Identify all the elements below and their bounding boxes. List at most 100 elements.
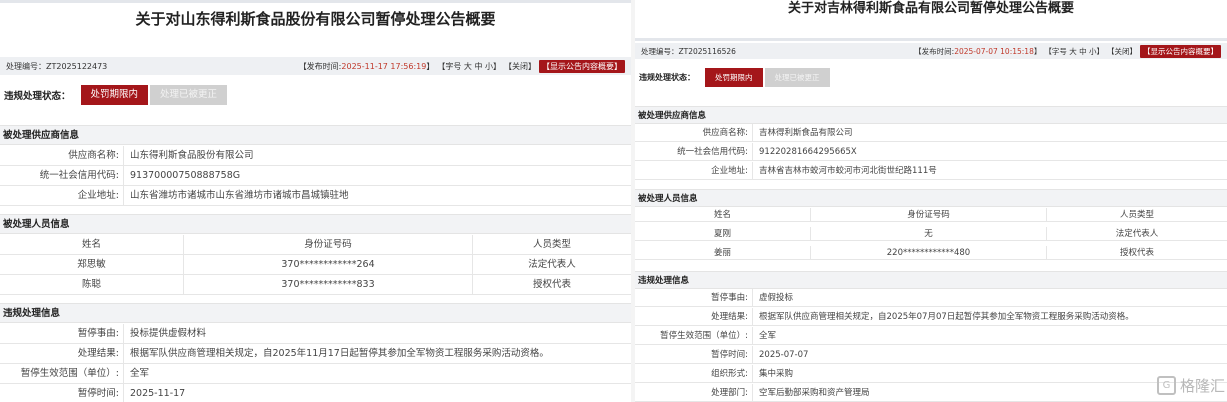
column-header-id: 身份证号码 <box>184 235 473 254</box>
top-divider <box>635 38 1227 41</box>
persons-section-heading: 被处理人员信息 <box>0 214 631 234</box>
field-label: 暂停生效范围（单位）: <box>0 364 124 383</box>
suspension-reason-row: 暂停事由: 投标提供虚假材料 <box>0 324 631 344</box>
meta-actions: 【发布时间: 2025-07-07 10:15:18】 【字号 大 中 小】 【关… <box>914 44 1221 58</box>
field-label: 暂停时间: <box>635 346 753 363</box>
process-code: 处理编号：ZT2025116526 <box>641 46 736 57</box>
field-value: 2025-11-17 <box>130 388 186 399</box>
field-label: 处理结果: <box>635 308 753 325</box>
close-link[interactable]: 【关闭】 <box>1107 46 1137 57</box>
publish-time-bracket: 】 <box>1033 46 1042 56</box>
table-row: 姜丽 220************480 授权代表 <box>635 246 1227 260</box>
scope-row: 暂停生效范围（单位）: 全军 <box>0 364 631 384</box>
persons-table-header: 姓名 身份证号码 人员类型 <box>635 208 1227 222</box>
person-name: 夏刚 <box>635 227 811 240</box>
organization-form-row: 组织形式: 集中采购 <box>635 365 1227 383</box>
person-name: 姜丽 <box>635 246 811 259</box>
field-value: 投标提供虚假材料 <box>130 328 207 339</box>
field-label: 暂停时间: <box>0 384 124 402</box>
violation-section-heading: 违规处理信息 <box>0 303 631 323</box>
field-value: 91370000750888758G <box>130 170 241 181</box>
meta-actions: 【发布时间: 2025-11-17 17:56:19】 【字号 大 中 小】 【关… <box>299 59 625 73</box>
person-id: 370************264 <box>184 255 473 274</box>
column-header-type: 人员类型 <box>532 239 571 250</box>
suspension-time-row: 暂停时间: 2025-11-17 <box>0 384 631 402</box>
field-value: 吉林得利斯食品有限公司 <box>759 128 853 138</box>
scope-row: 暂停生效范围（单位）: 全军 <box>635 327 1227 345</box>
status-bar: 违规处理状态： 处罚期限内 处理已被更正 <box>635 68 1227 87</box>
process-code-value: ZT2025116526 <box>678 46 736 56</box>
page-title: 关于对吉林得利斯食品有限公司暂停处理公告概要 <box>787 1 1074 16</box>
top-divider <box>0 0 631 3</box>
column-header-name: 姓名 <box>635 208 811 221</box>
publish-time-value: 2025-07-07 10:15:18 <box>954 46 1034 56</box>
publish-time-value: 2025-11-17 17:56:19 <box>341 61 427 71</box>
field-label: 供应商名称: <box>0 146 124 165</box>
font-size-links[interactable]: 【字号 大 中 小】 <box>437 61 501 72</box>
status-label: 违规处理状态： <box>4 91 71 102</box>
person-type: 法定代表人 <box>528 259 576 270</box>
person-name: 郑思敏 <box>0 255 184 274</box>
address-row: 企业地址: 山东省潍坊市诸城市山东省潍坊市诸城市昌城镇驻地 <box>0 186 631 206</box>
person-type: 授权代表 <box>1119 248 1154 258</box>
watermark: G 格隆汇 <box>1156 375 1225 396</box>
field-label: 组织形式: <box>635 365 753 382</box>
status-active-button[interactable]: 处罚期限内 <box>80 85 149 105</box>
supplier-section-heading: 被处理供应商信息 <box>0 125 631 145</box>
field-label: 暂停事由: <box>0 324 124 343</box>
table-row: 夏刚 无 法定代表人 <box>635 227 1227 241</box>
credit-code-row: 统一社会信用代码: 91220281664295665X <box>635 143 1227 161</box>
address-row: 企业地址: 吉林省吉林市蛟河市蛟河市河北街世纪路111号 <box>635 162 1227 180</box>
show-summary-button[interactable]: 【显示公告内容概要】 <box>1140 44 1221 58</box>
field-value: 吉林省吉林市蛟河市蛟河市河北街世纪路111号 <box>759 166 937 176</box>
status-corrected-button[interactable]: 处理已被更正 <box>150 85 228 105</box>
field-value: 91220281664295665X <box>759 147 857 157</box>
result-row: 处理结果: 根据军队供应商管理相关规定，自2025年11月17日起暂停其参加全军… <box>0 344 631 364</box>
status-label: 违规处理状态： <box>639 73 695 82</box>
field-value: 空军后勤部采购和资产管理局 <box>759 388 870 398</box>
field-label: 暂停生效范围（单位）: <box>635 327 753 344</box>
field-value: 全军 <box>759 331 777 341</box>
handling-department-row: 处理部门: 空军后勤部采购和资产管理局 <box>635 384 1227 402</box>
field-label: 统一社会信用代码: <box>0 166 124 185</box>
persons-section-heading: 被处理人员信息 <box>635 189 1227 207</box>
field-value: 山东得利斯食品股份有限公司 <box>130 150 254 161</box>
close-link[interactable]: 【关闭】 <box>504 61 536 72</box>
table-row: 陈聪 370************833 授权代表 <box>0 275 631 295</box>
show-summary-button[interactable]: 【显示公告内容概要】 <box>539 59 625 73</box>
publish-time-label: 【发布时间: <box>914 46 955 56</box>
person-type: 授权代表 <box>532 279 571 290</box>
meta-bar: 处理编号：ZT2025116526 【发布时间: 2025-07-07 10:15… <box>635 43 1227 59</box>
font-size-links[interactable]: 【字号 大 中 小】 <box>1044 46 1104 57</box>
process-code-label: 处理编号： <box>641 46 679 56</box>
field-value: 根据军队供应商管理相关规定，自2025年07月07日起暂停其参加全军物资工程服务… <box>759 312 1134 322</box>
field-label: 企业地址: <box>635 162 753 179</box>
suspension-reason-row: 暂停事由: 虚假投标 <box>635 289 1227 307</box>
field-label: 处理部门: <box>635 384 753 401</box>
status-corrected-button[interactable]: 处理已被更正 <box>764 68 830 87</box>
status-active-button[interactable]: 处罚期限内 <box>705 68 763 87</box>
supplier-name-row: 供应商名称: 吉林得利斯食品有限公司 <box>635 124 1227 142</box>
person-name: 陈聪 <box>0 275 184 294</box>
field-label: 供应商名称: <box>635 124 753 141</box>
right-announcement-panel: 关于对吉林得利斯食品有限公司暂停处理公告概要 处理编号：ZT2025116526… <box>635 0 1227 402</box>
column-header-type: 人员类型 <box>1119 210 1154 220</box>
gelonghui-logo-icon: G <box>1156 376 1176 395</box>
persons-table-header: 姓名 身份证号码 人员类型 <box>0 235 631 255</box>
supplier-name-row: 供应商名称: 山东得利斯食品股份有限公司 <box>0 146 631 166</box>
column-header-name: 姓名 <box>0 235 184 254</box>
left-announcement-panel: 关于对山东得利斯食品股份有限公司暂停处理公告概要 处理编号：ZT20251224… <box>0 0 631 402</box>
field-value: 根据军队供应商管理相关规定，自2025年11月17日起暂停其参加全军物资工程服务… <box>130 348 549 359</box>
page-title: 关于对山东得利斯食品股份有限公司暂停处理公告概要 <box>135 10 496 28</box>
result-row: 处理结果: 根据军队供应商管理相关规定，自2025年07月07日起暂停其参加全军… <box>635 308 1227 326</box>
field-label: 企业地址: <box>0 186 124 205</box>
process-code-label: 处理编号： <box>6 61 46 71</box>
field-value: 山东省潍坊市诸城市山东省潍坊市诸城市昌城镇驻地 <box>130 190 349 201</box>
publish-time-bracket: 】 <box>426 61 435 71</box>
violation-section-heading: 违规处理信息 <box>635 271 1227 289</box>
person-type: 法定代表人 <box>1115 229 1159 239</box>
field-value: 集中采购 <box>759 369 794 379</box>
process-code-value: ZT2025122473 <box>46 61 108 71</box>
status-bar: 违规处理状态： 处罚期限内 处理已被更正 <box>0 85 631 105</box>
person-id: 无 <box>811 227 1047 240</box>
